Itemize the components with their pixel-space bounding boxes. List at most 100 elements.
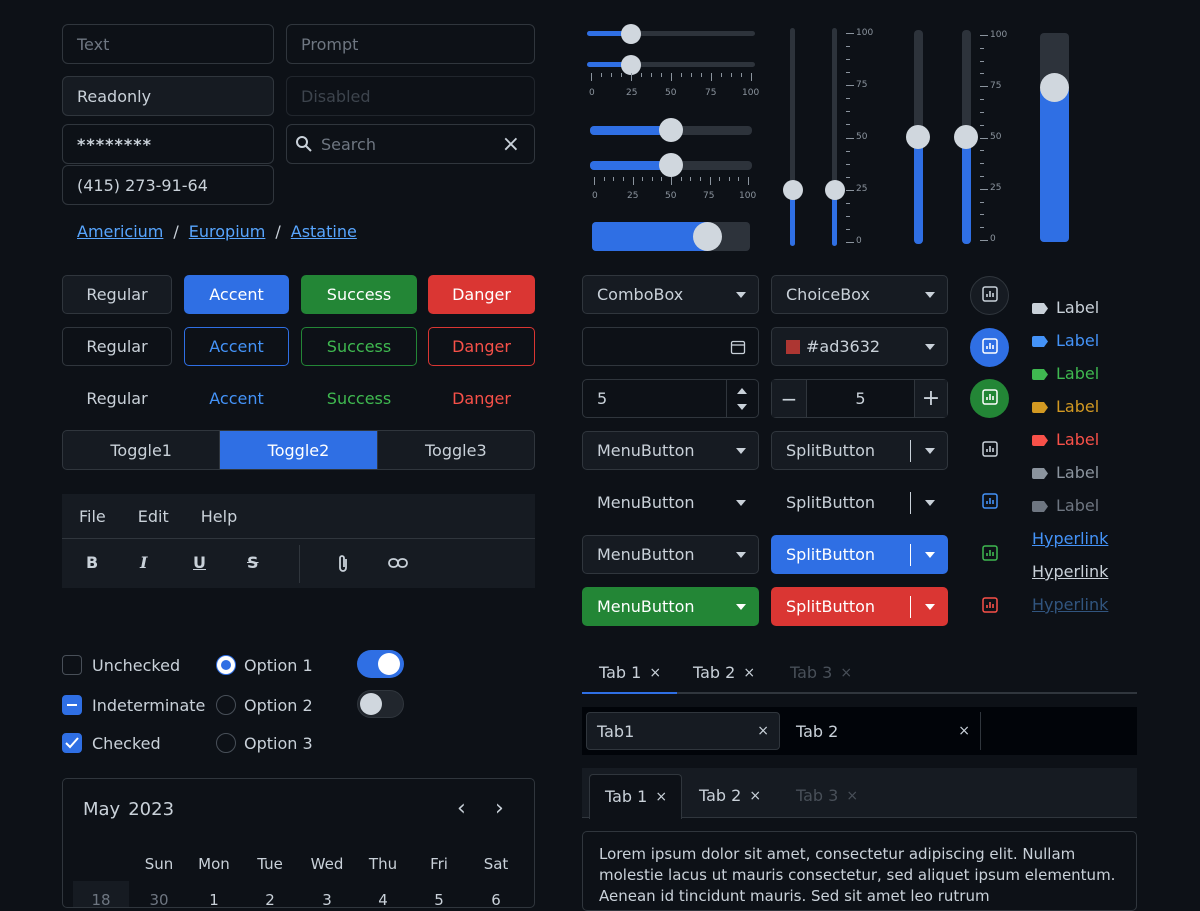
regular-outline-button[interactable]: Regular	[62, 327, 172, 366]
radio-circle[interactable]	[216, 655, 236, 675]
chevron-up-icon[interactable]	[737, 388, 747, 394]
close-icon[interactable]: ×	[743, 665, 755, 681]
tab-2[interactable]: Tab 2 ×	[786, 712, 981, 750]
plus-button[interactable]: +	[914, 380, 947, 417]
chart-icon-button-flat-accent[interactable]	[970, 483, 1009, 522]
chevron-down-icon[interactable]	[925, 447, 935, 454]
slider-thumb[interactable]	[693, 222, 722, 251]
radio-circle[interactable]	[216, 733, 236, 753]
close-icon[interactable]: ×	[749, 788, 761, 804]
radio-circle[interactable]	[216, 695, 236, 715]
checkbox-box[interactable]	[62, 655, 82, 675]
slider-large[interactable]	[592, 222, 750, 251]
chevron-down-icon[interactable]	[925, 499, 935, 506]
tab-1[interactable]: Tab 1 ×	[589, 774, 682, 819]
chart-icon-button[interactable]	[970, 276, 1009, 315]
checkbox-indeterminate[interactable]: Indeterminate	[62, 695, 205, 715]
prompt-input[interactable]: Prompt	[286, 24, 535, 64]
minus-button[interactable]: −	[772, 380, 807, 417]
vslider-large[interactable]	[1040, 33, 1069, 242]
chart-icon-button-accent[interactable]	[970, 328, 1009, 367]
text-area[interactable]: Lorem ipsum dolor sit amet, consectetur …	[582, 831, 1137, 911]
close-icon[interactable]: ×	[757, 723, 769, 739]
success-flat-button[interactable]: Success	[301, 379, 417, 418]
tab-2[interactable]: Tab 2 ×	[693, 663, 755, 682]
calendar-icon[interactable]	[730, 339, 746, 355]
password-input[interactable]: ********	[62, 124, 274, 164]
splitbutton[interactable]: SplitButton	[771, 431, 948, 470]
menu-help[interactable]: Help	[201, 507, 237, 526]
color-picker[interactable]: #ad3632	[771, 327, 948, 366]
hyperlink[interactable]: Hyperlink	[1032, 529, 1108, 548]
text-input[interactable]: Text	[62, 24, 274, 64]
radio-option-3[interactable]: Option 3	[216, 733, 313, 753]
chevron-down-icon[interactable]	[925, 551, 935, 558]
close-icon[interactable]: ×	[958, 723, 970, 739]
slider-thumb[interactable]	[659, 118, 683, 142]
spinner[interactable]: 5	[582, 379, 759, 418]
stepper[interactable]: − 5 +	[771, 379, 948, 418]
choicebox[interactable]: ChoiceBox	[771, 275, 948, 314]
checkbox-box[interactable]	[62, 695, 82, 715]
splitbutton-danger[interactable]: SplitButton	[771, 587, 948, 626]
italic-icon[interactable]: I	[140, 553, 147, 572]
menubutton-flat[interactable]: MenuButton	[582, 483, 759, 522]
date-picker[interactable]	[582, 327, 759, 366]
slider-thumb[interactable]	[906, 125, 930, 149]
checkbox-checked[interactable]: Checked	[62, 733, 161, 753]
chart-icon-button-success[interactable]	[970, 379, 1009, 418]
chevron-down-icon[interactable]	[925, 603, 935, 610]
attachment-icon[interactable]	[336, 554, 350, 574]
danger-outline-button[interactable]: Danger	[428, 327, 535, 366]
accent-button[interactable]: Accent	[184, 275, 289, 314]
radio-option-1[interactable]: Option 1	[216, 655, 313, 675]
breadcrumb-item-americium[interactable]: Americium	[77, 222, 163, 241]
close-icon[interactable]: ×	[649, 665, 661, 681]
toggle-switch-on[interactable]	[357, 650, 404, 678]
close-icon[interactable]: ×	[655, 789, 667, 805]
slider-small-2[interactable]	[587, 62, 755, 67]
splitbutton-flat[interactable]: SplitButton	[771, 483, 948, 522]
clear-icon[interactable]: ×	[502, 132, 520, 157]
slider-thumb[interactable]	[621, 55, 641, 75]
hyperlink-visited[interactable]: Hyperlink	[1032, 562, 1108, 581]
chart-icon-button-flat-danger[interactable]	[970, 587, 1009, 626]
phone-input[interactable]: (415) 273-91-64	[62, 165, 274, 205]
menubutton[interactable]: MenuButton	[582, 431, 759, 470]
slider-thumb[interactable]	[825, 180, 845, 200]
toggle-switch-off[interactable]	[357, 690, 404, 718]
radio-option-2[interactable]: Option 2	[216, 695, 313, 715]
readonly-input[interactable]: Readonly	[62, 76, 274, 116]
slider-small-1[interactable]	[587, 31, 755, 36]
vslider-1[interactable]	[790, 28, 795, 246]
checkbox-unchecked[interactable]: Unchecked	[62, 655, 180, 675]
calendar-year[interactable]: 2023	[128, 799, 174, 820]
underline-icon[interactable]: U	[193, 553, 206, 572]
slider-thumb[interactable]	[621, 24, 641, 44]
menubutton-success[interactable]: MenuButton	[582, 587, 759, 626]
checkbox-box[interactable]	[62, 733, 82, 753]
chart-icon-button-flat-success[interactable]	[970, 535, 1009, 574]
chevron-right-icon[interactable]: ›	[495, 796, 504, 821]
menu-file[interactable]: File	[79, 507, 106, 526]
splitbutton-accent[interactable]: SplitButton	[771, 535, 948, 574]
vslider-2[interactable]	[832, 28, 837, 246]
breadcrumb-item-europium[interactable]: Europium	[189, 222, 266, 241]
menu-edit[interactable]: Edit	[138, 507, 169, 526]
danger-flat-button[interactable]: Danger	[428, 379, 535, 418]
danger-button[interactable]: Danger	[428, 275, 535, 314]
tab-1[interactable]: Tab 1 ×	[599, 663, 661, 682]
strikethrough-icon[interactable]: S	[247, 553, 259, 572]
accent-outline-button[interactable]: Accent	[184, 327, 289, 366]
success-outline-button[interactable]: Success	[301, 327, 417, 366]
chevron-down-icon[interactable]	[737, 404, 747, 410]
success-button[interactable]: Success	[301, 275, 417, 314]
regular-button[interactable]: Regular	[62, 275, 172, 314]
search-input[interactable]: Search ×	[286, 124, 535, 164]
slider-thumb[interactable]	[954, 125, 978, 149]
chevron-left-icon[interactable]: ‹	[457, 796, 466, 821]
slider-thumb[interactable]	[1040, 73, 1069, 102]
slider-thumb[interactable]	[783, 180, 803, 200]
regular-flat-button[interactable]: Regular	[62, 379, 172, 418]
combobox[interactable]: ComboBox	[582, 275, 759, 314]
